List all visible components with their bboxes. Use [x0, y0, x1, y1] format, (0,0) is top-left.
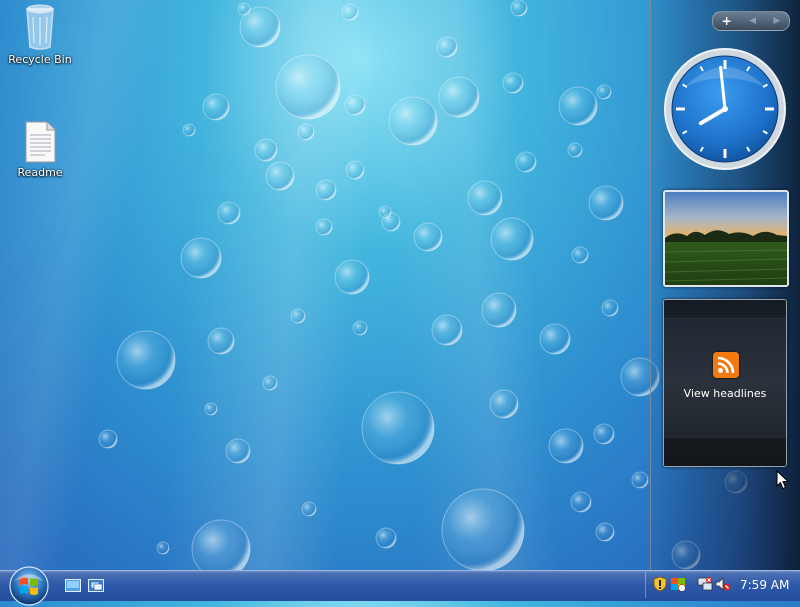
rss-icon: [713, 352, 739, 378]
slideshow-gadget[interactable]: [663, 190, 789, 287]
sidebar-controls: + ◀ ▶: [712, 11, 790, 31]
view-headlines-label[interactable]: View headlines: [664, 387, 786, 400]
document-icon: [25, 121, 56, 163]
recycle-bin-icon: [26, 4, 54, 50]
clock-gadget[interactable]: [663, 47, 787, 171]
start-button[interactable]: [8, 565, 50, 607]
landscape-photo: [665, 192, 787, 285]
volume-muted-icon[interactable]: [715, 576, 731, 592]
security-shield-icon[interactable]: [652, 576, 668, 592]
desktop-icon-recycle-bin[interactable]: Recycle Bin: [5, 3, 75, 66]
feed-gadget-header: [664, 300, 786, 319]
next-page-button[interactable]: ▶: [773, 16, 780, 26]
tray-separator: [645, 572, 646, 598]
desktop-icon-readme[interactable]: Readme: [5, 120, 75, 179]
switch-windows-icon[interactable]: [88, 579, 104, 593]
feed-headlines-gadget[interactable]: View headlines: [663, 299, 787, 467]
show-desktop-icon[interactable]: [65, 579, 81, 593]
feed-gadget-footer: [664, 437, 786, 466]
taskbar-clock[interactable]: 7:59 AM: [740, 578, 789, 592]
desktop-icon-label: Recycle Bin: [8, 53, 72, 66]
add-gadget-button[interactable]: +: [722, 14, 732, 28]
mouse-cursor-icon: [776, 470, 790, 490]
previous-page-button[interactable]: ◀: [749, 16, 756, 26]
desktop-icon-label: Readme: [17, 166, 63, 179]
network-icon[interactable]: [697, 576, 713, 592]
flag-icon[interactable]: [670, 576, 686, 592]
